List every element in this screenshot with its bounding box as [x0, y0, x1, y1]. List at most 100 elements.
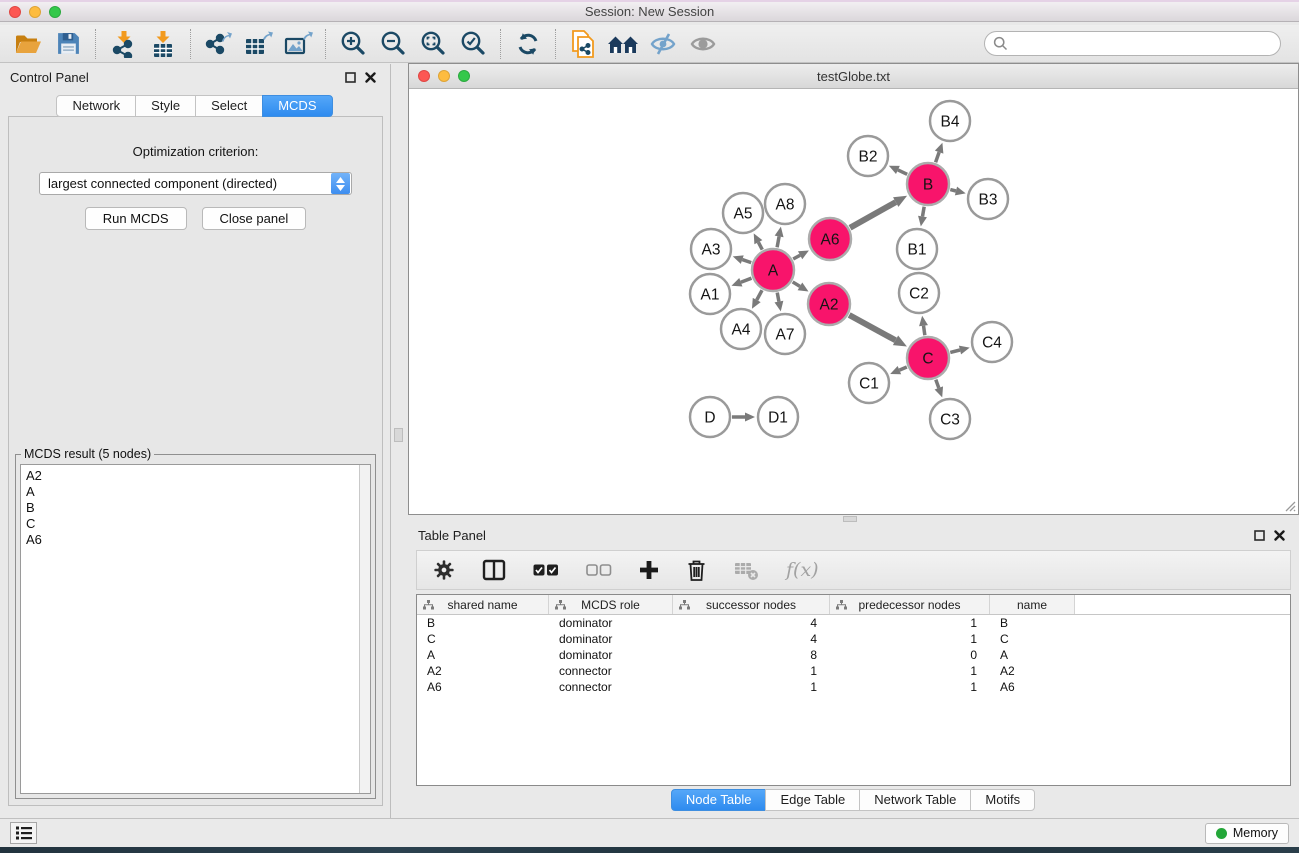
table-cell[interactable]: B — [417, 615, 549, 631]
table-cell[interactable]: dominator — [549, 615, 673, 631]
graph-edge[interactable] — [793, 282, 800, 286]
open-session-button[interactable] — [8, 28, 48, 60]
delete-table-button[interactable] — [734, 560, 759, 581]
list-item[interactable]: C — [26, 516, 354, 532]
list-item[interactable]: A — [26, 484, 354, 500]
export-image-button[interactable] — [278, 28, 318, 60]
table-cell[interactable]: 1 — [830, 631, 990, 647]
function-builder-button[interactable]: f(x) — [786, 559, 819, 581]
run-mcds-button[interactable]: Run MCDS — [85, 207, 187, 230]
zoom-fit-button[interactable] — [413, 28, 453, 60]
zoom-in-button[interactable] — [333, 28, 373, 60]
table-cell[interactable]: 1 — [830, 679, 990, 695]
home-button[interactable] — [603, 28, 643, 60]
tab-network-table[interactable]: Network Table — [859, 789, 971, 811]
table-cell[interactable]: A — [990, 647, 1075, 663]
network-graph[interactable]: B4B2BB3A8A5A6A3B1AA1C2A2A4A7C4CC1C3DD1 — [409, 89, 1298, 514]
node-table[interactable]: shared nameMCDS rolesuccessor nodesprede… — [416, 594, 1291, 786]
graph-edge[interactable] — [757, 290, 762, 300]
resize-grip-icon[interactable] — [1282, 498, 1296, 512]
table-float-button[interactable] — [1249, 526, 1269, 544]
graph-edge[interactable] — [758, 242, 762, 249]
graph-edge[interactable] — [936, 152, 940, 162]
graph-edge[interactable] — [793, 255, 800, 259]
table-cell[interactable]: A6 — [417, 679, 549, 695]
table-cell[interactable]: 1 — [673, 663, 830, 679]
table-cell[interactable]: connector — [549, 679, 673, 695]
table-cell[interactable]: 4 — [673, 615, 830, 631]
table-row[interactable]: Adominator80A — [417, 647, 1290, 663]
float-panel-button[interactable] — [340, 68, 360, 86]
table-cell[interactable]: connector — [549, 663, 673, 679]
graph-edge[interactable] — [898, 170, 907, 174]
table-cell[interactable]: C — [417, 631, 549, 647]
column-header-shared-name[interactable]: shared name — [417, 595, 549, 614]
graph-edge[interactable] — [899, 367, 906, 370]
delete-column-button[interactable] — [686, 559, 707, 582]
criterion-select[interactable]: largest connected component (directed) — [39, 172, 352, 195]
deselect-all-button[interactable] — [586, 564, 612, 577]
table-cell[interactable]: dominator — [549, 647, 673, 663]
tab-node-table[interactable]: Node Table — [671, 789, 767, 811]
export-network-button[interactable] — [198, 28, 238, 60]
search-input[interactable] — [1008, 36, 1280, 51]
tab-motifs[interactable]: Motifs — [970, 789, 1035, 811]
table-cell[interactable]: 1 — [830, 615, 990, 631]
graph-edge[interactable] — [936, 380, 939, 388]
close-panel-button-2[interactable]: Close panel — [202, 207, 307, 230]
export-table-button[interactable] — [238, 28, 278, 60]
birdseye-button[interactable] — [683, 28, 723, 60]
table-settings-button[interactable] — [433, 559, 455, 581]
table-cell[interactable]: A6 — [990, 679, 1075, 695]
graph-edge[interactable] — [950, 190, 956, 191]
graph-edge[interactable] — [850, 202, 896, 228]
table-cell[interactable]: A2 — [417, 663, 549, 679]
create-column-button[interactable] — [639, 560, 659, 580]
tab-select[interactable]: Select — [195, 95, 263, 117]
table-close-button[interactable] — [1269, 526, 1289, 544]
network-canvas[interactable]: B4B2BB3A8A5A6A3B1AA1C2A2A4A7C4CC1C3DD1 — [409, 89, 1298, 514]
close-panel-button[interactable] — [360, 68, 380, 86]
new-session-button[interactable] — [563, 28, 603, 60]
graph-edge[interactable] — [742, 260, 751, 263]
table-cell[interactable]: 1 — [830, 663, 990, 679]
table-cell[interactable]: 4 — [673, 631, 830, 647]
refresh-button[interactable] — [508, 28, 548, 60]
graph-edge[interactable] — [777, 236, 779, 247]
table-cell[interactable]: B — [990, 615, 1075, 631]
graph-edge[interactable] — [923, 207, 925, 217]
table-cell[interactable]: 1 — [673, 679, 830, 695]
table-row[interactable]: Bdominator41B — [417, 615, 1290, 631]
graph-edge[interactable] — [849, 315, 895, 340]
select-all-button[interactable] — [533, 564, 559, 577]
save-session-button[interactable] — [48, 28, 88, 60]
hide-details-button[interactable] — [643, 28, 683, 60]
list-item[interactable]: A6 — [26, 532, 354, 548]
graph-edge[interactable] — [924, 326, 925, 336]
column-header-successor-nodes[interactable]: successor nodes — [673, 595, 830, 614]
table-row[interactable]: A2connector11A2 — [417, 663, 1290, 679]
list-item[interactable]: B — [26, 500, 354, 516]
zoom-out-button[interactable] — [373, 28, 413, 60]
column-header-name[interactable]: name — [990, 595, 1075, 614]
list-item[interactable]: A2 — [26, 468, 354, 484]
import-table-button[interactable] — [143, 28, 183, 60]
task-history-button[interactable] — [10, 822, 37, 844]
table-cell[interactable]: 8 — [673, 647, 830, 663]
tab-network[interactable]: Network — [56, 95, 136, 117]
import-network-button[interactable] — [103, 28, 143, 60]
table-row[interactable]: A6connector11A6 — [417, 679, 1290, 695]
mcds-result-list[interactable]: A2ABCA6 — [20, 464, 371, 794]
search-field[interactable] — [984, 31, 1281, 56]
table-cell[interactable]: C — [990, 631, 1075, 647]
column-header-predecessor-nodes[interactable]: predecessor nodes — [830, 595, 990, 614]
table-cell[interactable]: 0 — [830, 647, 990, 663]
table-cell[interactable]: dominator — [549, 631, 673, 647]
table-cell[interactable]: A — [417, 647, 549, 663]
tab-style[interactable]: Style — [135, 95, 196, 117]
zoom-selected-button[interactable] — [453, 28, 493, 60]
graph-edge[interactable] — [741, 278, 752, 282]
vertical-splitter-handle[interactable] — [394, 428, 403, 442]
graph-edge[interactable] — [950, 350, 960, 352]
table-row[interactable]: Cdominator41C — [417, 631, 1290, 647]
